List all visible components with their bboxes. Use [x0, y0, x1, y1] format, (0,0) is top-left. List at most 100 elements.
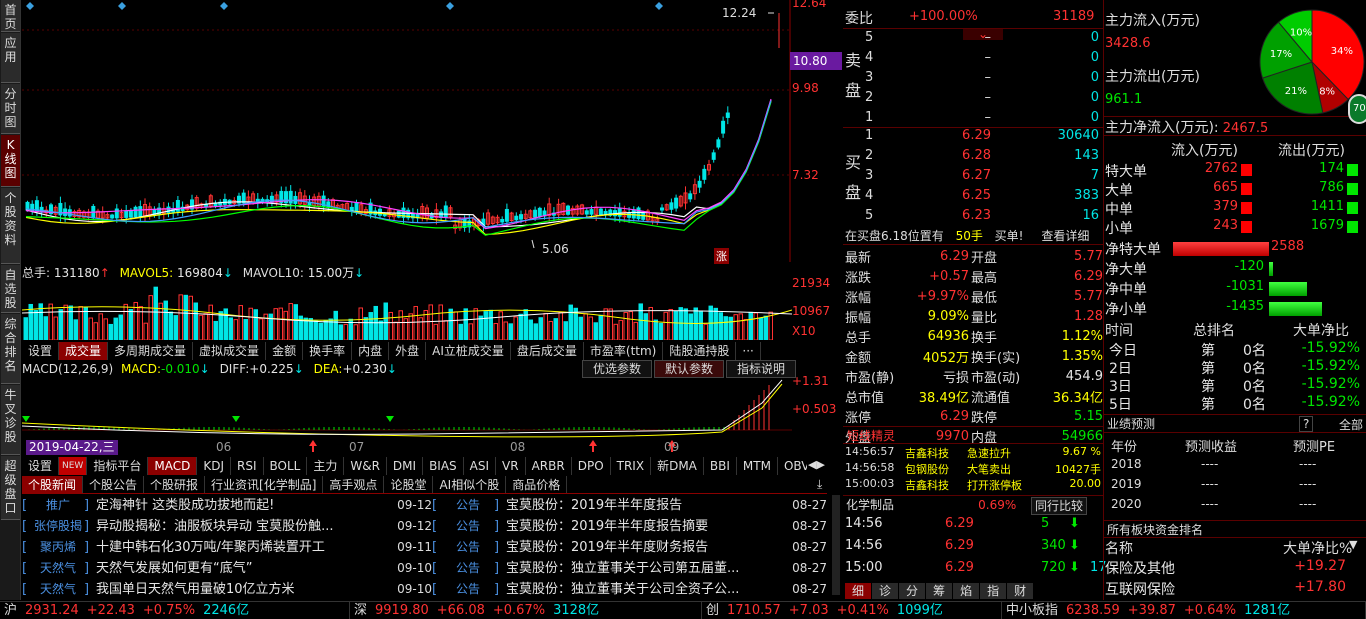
detail-tab[interactable]: 诊 — [872, 583, 899, 599]
indicator-tab[interactable]: BBI — [704, 457, 737, 475]
view-detail-link[interactable]: 查看详细 — [1041, 229, 1089, 243]
volume-tab[interactable]: 换手率 — [303, 342, 353, 360]
indicator-tab[interactable]: VR — [496, 457, 526, 475]
news-row[interactable]: [张停股揭] 异动股揭秘：油服板块异动 宝莫股份触... 09-12 — [22, 516, 432, 537]
news-tab[interactable]: 个股新闻 — [22, 476, 84, 493]
volume-tab[interactable]: 虚拟成交量 — [193, 342, 267, 360]
net-flow-label: 净小单 — [1105, 302, 1147, 318]
news-tab[interactable]: 个股研报 — [144, 476, 206, 493]
quote-value: 亏损 — [942, 370, 969, 386]
sector-row[interactable]: 保险及其他 +19.27 — [1103, 558, 1366, 579]
scroll-arrows[interactable]: ◀▶ — [808, 458, 825, 471]
volume-tab[interactable]: 陆股通持股 — [663, 342, 737, 360]
news-row[interactable]: [推广] 定海神针 这类股成功拔地而起! 09-12 — [22, 495, 432, 516]
index-change: +7.03 — [788, 603, 829, 618]
news-tab[interactable]: 个股公告 — [83, 476, 145, 493]
left-tab-8[interactable]: 牛叉诊股 — [1, 385, 20, 455]
left-tab-3[interactable]: 分时图 — [1, 84, 20, 134]
left-tab-5[interactable]: 个股资料 — [1, 188, 20, 264]
index-quote[interactable]: 创 1710.57 +7.03 +0.41% 1099亿 — [702, 602, 1002, 619]
news-row[interactable]: [天然气] 天然气发展如何更有“底气” 09-10 — [22, 558, 432, 579]
indicator-tab[interactable]: ASI — [464, 457, 497, 475]
detail-tab[interactable]: 分 — [899, 583, 926, 599]
left-tab-1[interactable]: 首页 — [1, 0, 20, 32]
indicator-tab[interactable]: OBV — [778, 457, 807, 475]
help-button[interactable]: ? — [1299, 416, 1314, 432]
indicator-tab[interactable]: DPO — [572, 457, 611, 475]
detail-tab[interactable]: 筹 — [926, 583, 953, 599]
net-flow-table: 净特大单 2588 净大单 -120 净中单 -1031 净小单 -1435 — [1103, 239, 1366, 319]
level-price: 6.27 — [962, 168, 991, 183]
news-tab[interactable]: 高手观点 — [323, 476, 385, 493]
volume-tab[interactable]: 外盘 — [389, 342, 427, 360]
volume-bar — [583, 313, 588, 340]
indicator-tab[interactable]: 设置 — [22, 457, 60, 475]
wizard-row[interactable]: 15:00:03 吉鑫科技 打开涨停板 20.00 — [845, 477, 1103, 493]
optimal-params-button[interactable]: 优选参数 — [582, 360, 653, 378]
news-row[interactable]: [公告] 宝莫股份：2019年半年度报告摘要 08-27 — [432, 516, 827, 537]
left-tab-4[interactable]: K线图 — [1, 135, 20, 187]
indicator-tab[interactable]: 指标平台 — [87, 457, 149, 475]
index-quote[interactable]: 深 9919.80 +66.08 +0.67% 3128亿 — [350, 602, 702, 619]
left-tab-9[interactable]: 超级盘口 — [1, 456, 20, 520]
kline-svg[interactable] — [22, 0, 842, 262]
peer-compare-button[interactable]: 同行比较 — [1031, 497, 1088, 515]
volume-tab[interactable]: 盘后成交量 — [511, 342, 584, 360]
index-quote[interactable]: 沪 2931.24 +22.43 +0.75% 2246亿 — [0, 602, 350, 619]
news-row[interactable]: [公告] 宝莫股份：2019年半年度报告 08-27 — [432, 495, 827, 516]
indicator-tab[interactable]: DMI — [387, 457, 424, 475]
all-button[interactable]: 全部 — [1339, 416, 1363, 433]
indicator-tab[interactable]: 主力 — [307, 457, 345, 475]
indicator-tab[interactable]: KDJ — [197, 457, 231, 475]
volume-tab[interactable]: 多周期成交量 — [108, 342, 194, 360]
indicator-help-button[interactable]: 指标说明 — [726, 360, 797, 378]
volume-tab[interactable]: AI立桩成交量 — [426, 342, 511, 360]
volume-bar — [443, 320, 448, 340]
flow-label: 特大单 — [1105, 164, 1147, 180]
news-tab[interactable]: 商品价格 — [506, 476, 568, 493]
indicator-tab[interactable]: MACD — [148, 457, 198, 475]
left-tab-6[interactable]: 自选股 — [1, 265, 20, 313]
news-tab[interactable]: 论股堂 — [384, 476, 434, 493]
volume-tab[interactable]: 市盈率(ttm) — [584, 342, 664, 360]
indicator-tab[interactable]: W&R — [344, 457, 387, 475]
volume-chart[interactable]: 总手: 131180↑ MAVOL5: 169804↓ MAVOL10: 15.… — [22, 262, 842, 342]
volume-tab[interactable]: ··· — [736, 342, 761, 360]
volume-tab[interactable]: 成交量 — [59, 342, 109, 360]
volume-tab[interactable]: 设置 — [22, 342, 60, 360]
indicator-tab[interactable]: 新DMA — [651, 457, 704, 475]
wizard-row[interactable]: 14:56:58 包钢股份 大笔卖出 10427手 — [845, 461, 1103, 477]
news-row[interactable]: [公告] 宝莫股份：2019年半年度财务报告 08-27 — [432, 537, 827, 558]
indicator-tab[interactable]: BIAS — [423, 457, 464, 475]
macd-chart[interactable]: MACD(12,26,9) MACD:-0.010↓ DIFF:+0.225↓ … — [22, 360, 842, 455]
candle-body — [716, 139, 721, 148]
index-quote[interactable]: 中小板指 6238.59 +39.87 +0.64% 1281亿 — [1002, 602, 1366, 619]
news-row[interactable]: [天然气] 我国单日天然气用量破10亿立方米 09-10 — [22, 579, 432, 600]
wizard-row[interactable]: 14:56:57 吉鑫科技 急速拉升 9.67 % — [845, 445, 1103, 461]
left-tab-7[interactable]: 综合排名 — [1, 314, 20, 384]
left-tab-2[interactable]: 应用 — [1, 33, 20, 83]
detail-tab[interactable]: 指 — [980, 583, 1007, 599]
indicator-tab[interactable]: BOLL — [264, 457, 308, 475]
kline-chart[interactable]: 12.64 10.80 9.98 7.32 12.24 5.06 涨 — [22, 0, 842, 264]
news-row[interactable]: [聚丙烯] 十建中韩石化30万吨/年聚丙烯装置开工 09-11 — [22, 537, 432, 558]
indicator-tab[interactable]: NEW — [59, 457, 88, 475]
news-scrollbar[interactable] — [832, 495, 840, 595]
indicator-tab[interactable]: RSI — [231, 457, 264, 475]
sector-row[interactable]: 互联网保险 +17.80 — [1103, 579, 1366, 600]
news-title: 十建中韩石化30万吨/年聚丙烯装置开工 — [96, 540, 325, 555]
news-row[interactable]: [公告] 宝莫股份：独立董事关于公司第五届董... 08-27 — [432, 558, 827, 579]
volume-tab[interactable]: 金额 — [266, 342, 304, 360]
download-icon[interactable]: ⤓ — [817, 477, 822, 492]
detail-tab[interactable]: 焰 — [953, 583, 980, 599]
detail-tab[interactable]: 财 — [1007, 583, 1034, 599]
news-row[interactable]: [公告] 宝莫股份：独立董事关于公司全资子公... 08-27 — [432, 579, 827, 600]
indicator-tab[interactable]: TRIX — [611, 457, 652, 475]
indicator-tab[interactable]: MTM — [737, 457, 778, 475]
indicator-tab[interactable]: ARBR — [526, 457, 572, 475]
default-params-button[interactable]: 默认参数 — [654, 360, 725, 378]
volume-tab[interactable]: 内盘 — [352, 342, 390, 360]
detail-tab[interactable]: 细 — [845, 583, 872, 599]
news-tab[interactable]: AI相似个股 — [433, 476, 507, 493]
news-tab[interactable]: 行业资讯[化学制品] — [205, 476, 324, 493]
